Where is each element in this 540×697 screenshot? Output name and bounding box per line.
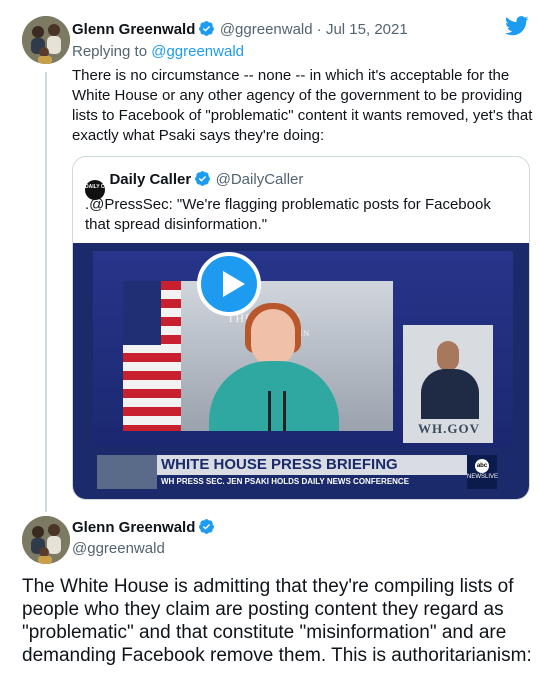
author-name[interactable]: Glenn Greenwald: [72, 21, 195, 38]
quoted-tweet[interactable]: DAILY CALLER Daily Caller @DailyCaller .…: [72, 156, 530, 500]
author-handle[interactable]: @ggreenwald: [220, 21, 313, 38]
author-handle[interactable]: @ggreenwald: [72, 540, 165, 557]
play-icon: [223, 271, 245, 297]
quote-author-name[interactable]: Daily Caller: [109, 171, 191, 188]
verified-badge-icon: [198, 20, 215, 42]
tweet-text: The White House is admitting that they'r…: [22, 576, 532, 666]
author-name[interactable]: Glenn Greenwald: [72, 519, 195, 536]
white-house-thumbnail: [97, 455, 157, 489]
flag-canton: [123, 281, 161, 345]
avatar-photo: [22, 516, 70, 564]
abc-news-live-logo: abc NEWSLIVE: [467, 455, 499, 489]
tweet-text: There is no circumstance -- none -- in w…: [72, 67, 533, 144]
replying-handle-link[interactable]: @ggreenwald: [151, 43, 244, 60]
interpreter-body: [421, 369, 479, 419]
abc-logo: abc: [475, 459, 489, 473]
microphone: [268, 391, 271, 431]
replying-to: Replying to @ggreenwald: [72, 43, 244, 60]
wh-gov-label: WH.GOV: [418, 421, 480, 436]
video-scene: THE WHITE WASHIN: [123, 281, 393, 431]
tweet-author: Glenn Greenwald: [72, 518, 215, 540]
tweet-header: Glenn Greenwald @ggreenwald · Jul 15, 20…: [72, 20, 408, 42]
quote-text: .@PressSec: "We're flagging problematic …: [85, 196, 491, 233]
avatar-photo: [22, 16, 70, 64]
play-button[interactable]: [197, 252, 261, 316]
microphone: [283, 391, 286, 431]
twitter-bird-icon[interactable]: [505, 16, 529, 41]
speaker-head: [251, 309, 295, 365]
quote-author-handle[interactable]: @DailyCaller: [216, 171, 304, 188]
video-player[interactable]: THE WHITE WASHIN WH.GOV WHITE HOUSE PRES…: [73, 243, 529, 499]
news-live-label: NEWSLIVE: [467, 474, 499, 480]
date-separator: ·: [312, 21, 326, 38]
verified-badge-icon: [194, 170, 211, 192]
avatar[interactable]: [22, 16, 70, 64]
news-lower-third: WHITE HOUSE PRESS BRIEFING WH PRESS SEC.…: [97, 455, 499, 489]
verified-badge-icon: [198, 518, 215, 540]
banner-subtitle: WH PRESS SEC. JEN PSAKI HOLDS DAILY NEWS…: [157, 475, 467, 489]
banner-title: WHITE HOUSE PRESS BRIEFING: [157, 455, 467, 475]
replying-prefix: Replying to: [72, 43, 152, 60]
tweet-date[interactable]: Jul 15, 2021: [326, 21, 408, 38]
interpreter-head: [437, 341, 459, 371]
thread-connector-line: [45, 72, 47, 512]
avatar[interactable]: [22, 516, 70, 564]
